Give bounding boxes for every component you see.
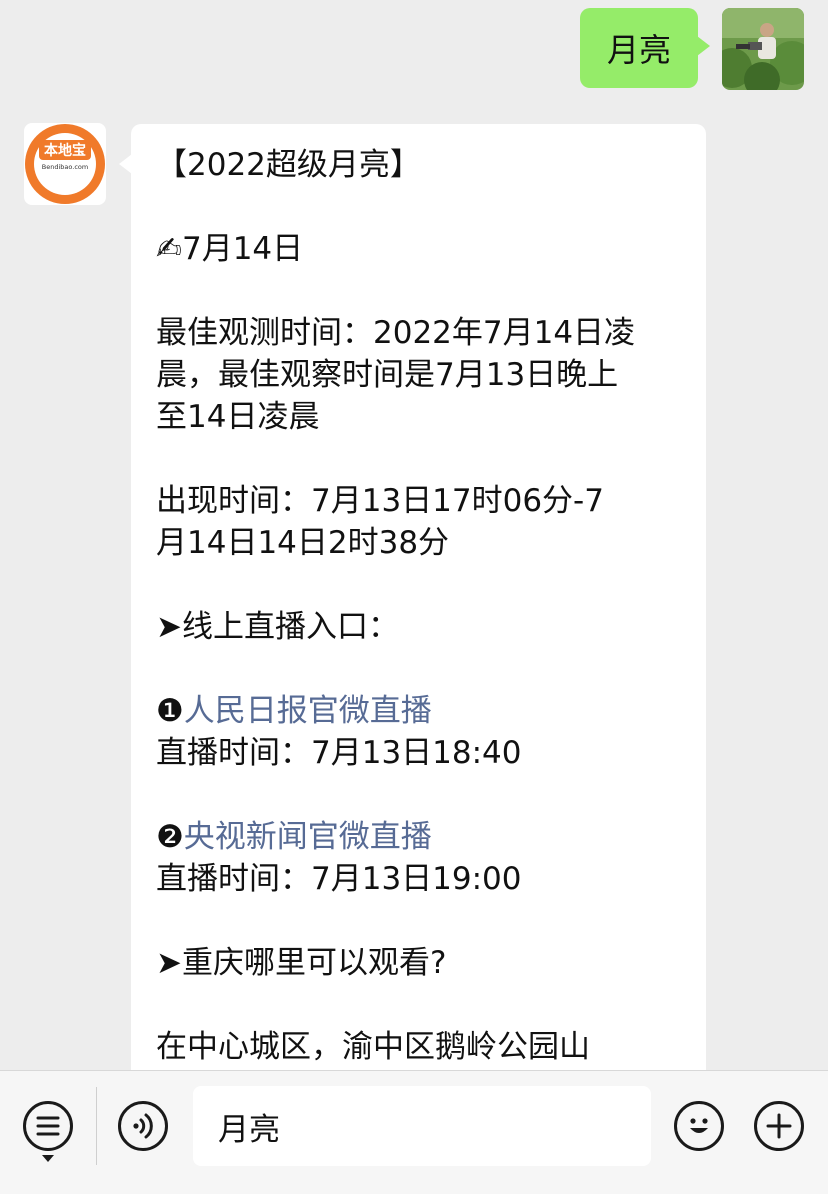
message-date: ✍7月14日 (156, 231, 304, 267)
message-input[interactable]: 月亮 (193, 1086, 651, 1166)
voice-button[interactable] (118, 1101, 168, 1151)
bendibao-avatar[interactable]: 本地宝 Bendibao.com 重庆 (24, 123, 106, 205)
menu-button[interactable] (23, 1101, 73, 1151)
chat-input-bar: 月亮 (0, 1070, 828, 1194)
number-badge-1: ❶ (156, 693, 184, 729)
live-time-2: 直播时间：7月13日19:00 (156, 861, 522, 897)
live-link-cctv[interactable]: 央视新闻官微直播 (184, 819, 432, 855)
message-input-text: 月亮 (218, 1111, 280, 1148)
number-badge-2: ❷ (156, 819, 184, 855)
appear-time-line-2: 月14日14日2时38分 (156, 525, 450, 561)
menu-caret-icon (42, 1155, 54, 1162)
live-item-2: ❷央视新闻官微直播 (156, 816, 686, 858)
message-body: 【2022超级月亮】 ✍7月14日 最佳观测时间：2022年7月14日凌 晨，最… (156, 144, 686, 1068)
live-link-renmin[interactable]: 人民日报官微直播 (184, 693, 432, 729)
live-header: ➤线上直播入口： (156, 609, 399, 645)
plus-icon (766, 1113, 792, 1139)
logo-domain: Bendibao.com (42, 163, 88, 171)
bar-divider (96, 1087, 97, 1165)
logo-title: 本地宝 (44, 142, 86, 159)
user-photo (722, 8, 804, 90)
live-time-1: 直播时间：7月13日18:40 (156, 735, 522, 771)
where-text: 在中心城区，渝中区鹅岭公园山 (156, 1029, 590, 1065)
live-item-1: ❶人民日报官微直播 (156, 690, 686, 732)
voice-icon (133, 1113, 153, 1139)
plus-button[interactable] (754, 1101, 804, 1151)
outgoing-message-bubble[interactable]: 月亮 (580, 8, 710, 88)
emoji-icon (690, 1118, 708, 1133)
best-time-line-3: 至14日凌晨 (156, 399, 320, 435)
appear-time-line-1: 出现时间：7月13日17时06分-7 (156, 483, 604, 519)
outgoing-message-text: 月亮 (606, 31, 671, 69)
emoji-button[interactable] (674, 1101, 724, 1151)
where-header: ➤重庆哪里可以观看? (156, 945, 447, 981)
logo-city: 重庆 (51, 176, 79, 193)
list-menu-icon (36, 1116, 60, 1136)
incoming-message-bubble[interactable]: 【2022超级月亮】 ✍7月14日 最佳观测时间：2022年7月14日凌 晨，最… (119, 124, 706, 1124)
message-title: 【2022超级月亮】 (156, 147, 421, 183)
best-time-line-2: 晨，最佳观察时间是7月13日晚上 (156, 357, 619, 393)
bendibao-logo: 本地宝 Bendibao.com 重庆 (25, 124, 105, 204)
user-avatar[interactable] (722, 8, 804, 90)
best-time-line-1: 最佳观测时间：2022年7月14日凌 (156, 315, 636, 351)
